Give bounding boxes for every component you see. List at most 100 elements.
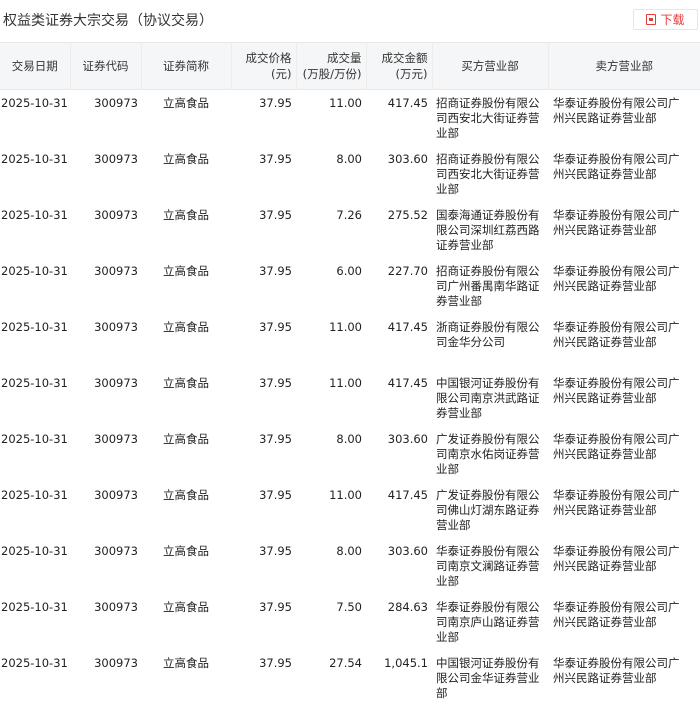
col-header-price[interactable]: 成交价格 (元): [231, 42, 297, 90]
table-row: 2025-10-31 300973 立高食品 37.95 6.00 227.70 招商证券股…: [0, 258, 700, 314]
cell-buyer-branch: 中国银河证券股份有限公司金华证券营业部: [436, 655, 540, 700]
col-header-seller[interactable]: 卖方营业部: [548, 42, 700, 90]
cell-buyer-branch: 招商证券股份有限公司西安北大街证券营业部: [436, 151, 540, 196]
cell-security-name: 立高食品: [163, 543, 209, 558]
cell-security-code: 300973: [94, 207, 138, 222]
block-trade-table: 交易日期 证券代码 证券简称 成交价格 (元) 成交量 (万股/万份) 成交金额…: [0, 42, 700, 706]
table-row: 2025-10-31 300973 立高食品 37.95 8.00 303.60 招商证券股…: [0, 146, 700, 202]
cell-volume: 11.00: [329, 319, 362, 334]
cell-price: 37.95: [259, 151, 292, 166]
cell-amount: 417.45: [387, 487, 428, 502]
cell-amount: 417.45: [387, 319, 428, 334]
cell-amount: 303.60: [387, 151, 428, 166]
cell-amount: 227.70: [387, 263, 428, 278]
table-row: 2025-10-31 300973 立高食品 37.95 8.00 303.60 广发证券股…: [0, 426, 700, 482]
cell-security-name: 立高食品: [163, 96, 209, 110]
cell-buyer-branch: 浙商证券股份有限公司金华分公司: [436, 319, 540, 349]
cell-price: 37.95: [259, 487, 292, 502]
cell-security-name: 立高食品: [163, 319, 209, 334]
cell-trade-date: 2025-10-31: [1, 655, 68, 670]
col-header-volume[interactable]: 成交量 (万股/万份): [296, 42, 367, 90]
cell-security-name: 立高食品: [163, 655, 209, 670]
cell-security-code: 300973: [94, 431, 138, 446]
cell-trade-date: 2025-10-31: [1, 263, 68, 278]
col-header-amount[interactable]: 成交金额 (万元): [366, 42, 433, 90]
cell-seller-branch: 华泰证券股份有限公司广州兴民路证券营业部: [553, 96, 680, 125]
cell-amount: 275.52: [387, 207, 428, 222]
cell-price: 37.95: [259, 319, 292, 334]
table-header-row: 交易日期 证券代码 证券简称 成交价格 (元) 成交量 (万股/万份) 成交金额…: [0, 42, 700, 90]
cell-volume: 27.54: [329, 655, 362, 670]
cell-trade-date: 2025-10-31: [1, 96, 68, 110]
cell-buyer-branch: 国泰海通证券股份有限公司深圳红荔西路证券营业部: [436, 207, 540, 252]
cell-trade-date: 2025-10-31: [1, 151, 68, 166]
cell-seller-branch: 华泰证券股份有限公司广州兴民路证券营业部: [553, 319, 680, 349]
cell-buyer-branch: 广发证券股份有限公司南京水佑岗证券营业部: [436, 431, 540, 476]
cell-buyer-branch: 华泰证券股份有限公司南京文澜路证券营业部: [436, 543, 540, 588]
page-title: 权益类证券大宗交易（协议交易）: [3, 13, 213, 29]
cell-security-code: 300973: [94, 319, 138, 334]
cell-volume: 7.26: [336, 207, 362, 222]
cell-amount: 303.60: [387, 543, 428, 558]
top-bar: 权益类证券大宗交易（协议交易） 下载: [0, 0, 700, 42]
cell-volume: 8.00: [336, 151, 362, 166]
cell-security-code: 300973: [94, 543, 138, 558]
cell-security-code: 300973: [94, 599, 138, 614]
cell-seller-branch: 华泰证券股份有限公司广州兴民路证券营业部: [553, 207, 680, 237]
cell-amount: 284.63: [387, 599, 428, 614]
cell-price: 37.95: [259, 375, 292, 390]
cell-trade-date: 2025-10-31: [1, 207, 68, 222]
cell-price: 37.95: [259, 96, 292, 110]
cell-seller-branch: 华泰证券股份有限公司广州兴民路证券营业部: [553, 655, 680, 685]
cell-trade-date: 2025-10-31: [1, 543, 68, 558]
cell-security-name: 立高食品: [163, 431, 209, 446]
col-header-buyer[interactable]: 买方营业部: [432, 42, 549, 90]
table-row: 2025-10-31 300973 立高食品 37.95 11.00 417.45 招商证券…: [0, 90, 700, 146]
table-row: 2025-10-31 300973 立高食品 37.95 7.26 275.52 国泰海通证…: [0, 202, 700, 258]
cell-security-name: 立高食品: [163, 487, 209, 502]
cell-buyer-branch: 中国银河证券股份有限公司南京洪武路证券营业部: [436, 375, 540, 420]
cell-price: 37.95: [259, 207, 292, 222]
cell-security-code: 300973: [94, 375, 138, 390]
download-label: 下载: [660, 13, 685, 27]
download-icon: [646, 14, 657, 25]
cell-seller-branch: 华泰证券股份有限公司广州兴民路证券营业部: [553, 263, 680, 293]
cell-volume: 7.50: [336, 599, 362, 614]
cell-seller-branch: 华泰证券股份有限公司广州兴民路证券营业部: [553, 599, 680, 629]
cell-seller-branch: 华泰证券股份有限公司广州兴民路证券营业部: [553, 151, 680, 181]
cell-seller-branch: 华泰证券股份有限公司广州兴民路证券营业部: [553, 543, 680, 573]
cell-seller-branch: 华泰证券股份有限公司广州兴民路证券营业部: [553, 375, 680, 405]
cell-amount: 417.45: [387, 96, 428, 110]
cell-security-name: 立高食品: [163, 263, 209, 278]
cell-volume: 11.00: [329, 375, 362, 390]
cell-seller-branch: 华泰证券股份有限公司广州兴民路证券营业部: [553, 487, 680, 517]
table-row: 2025-10-31 300973 立高食品 37.95 11.00 417.45 广发证券…: [0, 482, 700, 538]
table-row: 2025-10-31 300973 立高食品 37.95 27.54 1,045.1 中国银…: [0, 650, 700, 706]
cell-volume: 11.00: [329, 96, 362, 110]
cell-trade-date: 2025-10-31: [1, 319, 68, 334]
cell-volume: 6.00: [336, 263, 362, 278]
cell-volume: 11.00: [329, 487, 362, 502]
cell-trade-date: 2025-10-31: [1, 375, 68, 390]
cell-trade-date: 2025-10-31: [1, 431, 68, 446]
cell-amount: 303.60: [387, 431, 428, 446]
cell-security-code: 300973: [94, 487, 138, 502]
table-row: 2025-10-31 300973 立高食品 37.95 11.00 417.45 浙商证券…: [0, 314, 700, 370]
cell-seller-branch: 华泰证券股份有限公司广州兴民路证券营业部: [553, 431, 680, 461]
cell-buyer-branch: 华泰证券股份有限公司南京庐山路证券营业部: [436, 599, 540, 644]
col-header-security-code[interactable]: 证券代码: [70, 42, 142, 90]
cell-buyer-branch: 招商证券股份有限公司广州番禺南华路证券营业部: [436, 263, 540, 308]
download-button[interactable]: 下载: [633, 9, 698, 30]
table-row: 2025-10-31 300973 立高食品 37.95 8.00 303.60 华泰证券股…: [0, 538, 700, 594]
cell-security-code: 300973: [94, 263, 138, 278]
cell-price: 37.95: [259, 263, 292, 278]
cell-buyer-branch: 广发证券股份有限公司佛山灯湖东路证券营业部: [436, 487, 540, 532]
cell-price: 37.95: [259, 599, 292, 614]
col-header-security-name[interactable]: 证券简称: [141, 42, 232, 90]
cell-trade-date: 2025-10-31: [1, 487, 68, 502]
col-header-trade-date[interactable]: 交易日期: [0, 42, 71, 90]
cell-security-code: 300973: [94, 96, 138, 110]
table-row: 2025-10-31 300973 立高食品 37.95 11.00 417.45 中国银河…: [0, 370, 700, 426]
cell-price: 37.95: [259, 431, 292, 446]
cell-buyer-branch: 招商证券股份有限公司西安北大街证券营业部: [436, 96, 540, 140]
